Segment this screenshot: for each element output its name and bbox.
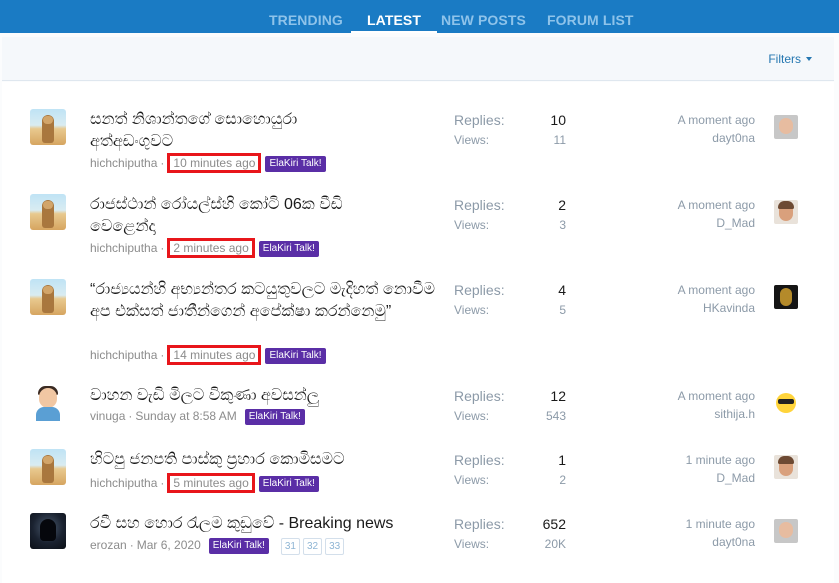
thread-title[interactable]: හිටපු ජනපති පාස්කු ප්‍රහාර කොමිසමට — [90, 449, 435, 471]
thread-author[interactable]: hichchiputha — [90, 241, 157, 255]
avatar[interactable] — [30, 109, 66, 145]
avatar[interactable] — [30, 449, 66, 485]
forum-badge[interactable]: ElaKiri Talk! — [265, 156, 326, 172]
forum-badge[interactable]: ElaKiri Talk! — [258, 241, 319, 257]
last-post-time[interactable]: 1 minute ago — [595, 517, 755, 531]
last-post-user[interactable]: dayt0na — [595, 131, 755, 145]
forum-badge[interactable]: ElaKiri Talk! — [244, 409, 305, 425]
thread-meta: hichchiputha · 10 minutes ago ElaKiri Talk! — [90, 153, 326, 173]
thread-title[interactable]: වාහන වැඩි මිලට විකුණා අවසන්ලු — [90, 385, 435, 407]
filters-label: Filters — [768, 52, 801, 66]
views-count: 5 — [559, 303, 566, 317]
views-label: Views: — [454, 303, 490, 317]
last-post-time[interactable]: A moment ago — [595, 283, 755, 297]
replies-count: 652 — [542, 516, 566, 532]
thread-title[interactable]: රවී සහ හොර රැලම කුඩුවේ - Breaking news — [90, 513, 435, 535]
thread-meta: hichchiputha · 5 minutes ago ElaKiri Talk! — [90, 473, 319, 493]
avatar[interactable] — [30, 385, 66, 421]
views-count: 20K — [544, 537, 566, 551]
thread-time[interactable]: 14 minutes ago — [167, 345, 262, 365]
views-count: 543 — [545, 409, 566, 423]
last-poster-avatar[interactable] — [774, 455, 798, 479]
last-poster-avatar[interactable] — [774, 285, 798, 309]
thread-author[interactable]: hichchiputha — [90, 476, 157, 490]
page-links: 31 32 33 — [280, 538, 347, 555]
last-post-user[interactable]: D_Mad — [595, 216, 755, 230]
thread-author[interactable]: hichchiputha — [90, 156, 157, 170]
views-label: Views: — [454, 537, 490, 551]
last-poster-avatar[interactable] — [774, 115, 798, 139]
tab-forum-list[interactable]: FORUM LIST — [547, 12, 634, 33]
avatar[interactable] — [30, 279, 66, 315]
thread-time[interactable]: 2 minutes ago — [167, 238, 255, 258]
thread-title[interactable]: සනත් නිශාන්තගේ සොහොයුරා අත්අඩංගුවට — [90, 109, 360, 153]
avatar[interactable] — [30, 513, 66, 549]
top-navigation: TRENDING LATEST NEW POSTS FORUM LIST — [0, 0, 839, 33]
views-label: Views: — [454, 133, 490, 147]
views-count: 11 — [553, 133, 566, 147]
page-link[interactable]: 31 — [280, 538, 300, 555]
last-poster-avatar[interactable] — [774, 200, 798, 224]
page-link[interactable]: 33 — [325, 538, 345, 555]
thread-time[interactable]: 5 minutes ago — [167, 473, 255, 493]
last-post-user[interactable]: sithija.h — [595, 407, 755, 421]
chevron-down-icon — [806, 57, 812, 61]
last-post-user[interactable]: D_Mad — [595, 471, 755, 485]
views-label: Views: — [454, 473, 490, 487]
replies-count: 12 — [550, 388, 566, 404]
last-post-time[interactable]: A moment ago — [595, 113, 755, 127]
thread-time[interactable]: 10 minutes ago — [167, 153, 262, 173]
last-post-user[interactable]: dayt0na — [595, 535, 755, 549]
tab-new-posts[interactable]: NEW POSTS — [441, 12, 526, 33]
last-post-time[interactable]: A moment ago — [595, 389, 755, 403]
views-label: Views: — [454, 218, 490, 232]
views-count: 2 — [559, 473, 566, 487]
thread-meta: hichchiputha · 14 minutes ago ElaKiri Talk! — [90, 345, 326, 365]
last-post-user[interactable]: HKavinda — [595, 301, 755, 315]
last-poster-avatar[interactable] — [774, 519, 798, 543]
thread-meta: erozan · Mar 6, 2020 ElaKiri Talk! 31 32 33 — [90, 538, 347, 555]
views-count: 3 — [559, 218, 566, 232]
replies-count: 10 — [550, 112, 566, 128]
thread-title[interactable]: “රාජ්‍යයන්හි අභ්‍යන්තර කටයුතුවලට මැදිහත්… — [90, 279, 435, 323]
forum-badge[interactable]: ElaKiri Talk! — [265, 348, 326, 364]
thread-time[interactable]: Sunday at 8:58 AM — [135, 409, 236, 423]
tab-latest[interactable]: LATEST — [351, 12, 438, 33]
thread-title[interactable]: රාජස්ථාන් රෝයල්ස්හි කෝටි 06ක වීඩි වෙළෙන්… — [90, 194, 390, 238]
filter-bar: Filters — [2, 37, 834, 81]
thread-list: සනත් නිශාන්තගේ සොහොයුරා අත්අඩංගුවට hichc… — [2, 82, 834, 583]
tab-trending[interactable]: TRENDING — [269, 12, 343, 33]
page-link[interactable]: 32 — [302, 538, 323, 555]
last-post-time[interactable]: A moment ago — [595, 198, 755, 212]
last-poster-avatar[interactable] — [774, 391, 798, 415]
replies-count: 4 — [558, 282, 566, 298]
thread-meta: hichchiputha · 2 minutes ago ElaKiri Talk! — [90, 238, 319, 258]
views-label: Views: — [454, 409, 490, 423]
thread-author[interactable]: vinuga — [90, 409, 125, 423]
thread-author[interactable]: erozan — [90, 538, 127, 552]
forum-badge[interactable]: ElaKiri Talk! — [258, 476, 319, 492]
thread-meta: vinuga · Sunday at 8:58 AM ElaKiri Talk! — [90, 409, 305, 425]
filters-button[interactable]: Filters — [768, 52, 812, 66]
last-post-time[interactable]: 1 minute ago — [595, 453, 755, 467]
thread-author[interactable]: hichchiputha — [90, 348, 157, 362]
avatar[interactable] — [30, 194, 66, 230]
forum-badge[interactable]: ElaKiri Talk! — [208, 538, 269, 554]
thread-time[interactable]: Mar 6, 2020 — [137, 538, 201, 552]
replies-count: 1 — [558, 452, 566, 468]
replies-count: 2 — [558, 197, 566, 213]
